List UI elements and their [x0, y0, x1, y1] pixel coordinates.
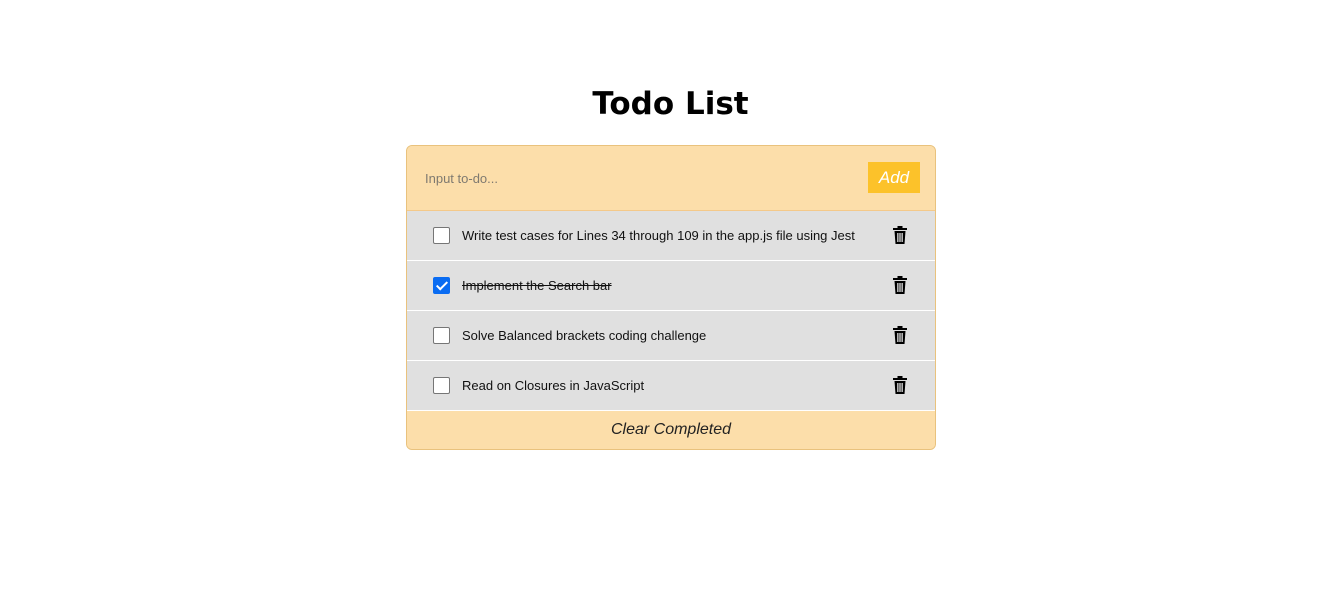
- clear-completed-button[interactable]: Clear Completed: [407, 411, 935, 449]
- todo-input[interactable]: [417, 162, 857, 194]
- todo-checkbox[interactable]: [433, 377, 450, 394]
- trash-icon[interactable]: [891, 326, 909, 344]
- todo-checkbox[interactable]: [433, 277, 450, 294]
- todo-text: Read on Closures in JavaScript: [462, 378, 645, 393]
- trash-icon[interactable]: [891, 376, 909, 394]
- list-item: Read on Closures in JavaScript: [407, 361, 935, 411]
- add-button[interactable]: Add: [868, 162, 920, 193]
- todo-text: Solve Balanced brackets coding challenge: [462, 328, 707, 343]
- trash-icon[interactable]: [891, 276, 909, 294]
- page-title: Todo List: [592, 86, 749, 122]
- todo-text: Write test cases for Lines 34 through 10…: [462, 228, 855, 243]
- todo-text: Implement the Search bar: [462, 278, 612, 293]
- todo-checkbox[interactable]: [433, 227, 450, 244]
- todo-card: Add Write test cases for Lines 34 throug…: [406, 145, 936, 450]
- list-item: Implement the Search bar: [407, 261, 935, 311]
- list-item: Solve Balanced brackets coding challenge: [407, 311, 935, 361]
- input-row: Add: [407, 146, 935, 211]
- todo-list: Write test cases for Lines 34 through 10…: [407, 211, 935, 411]
- todo-checkbox[interactable]: [433, 327, 450, 344]
- trash-icon[interactable]: [891, 226, 909, 244]
- todo-app: Todo List Add Write test cases for Lines…: [0, 0, 1341, 599]
- list-item: Write test cases for Lines 34 through 10…: [407, 211, 935, 261]
